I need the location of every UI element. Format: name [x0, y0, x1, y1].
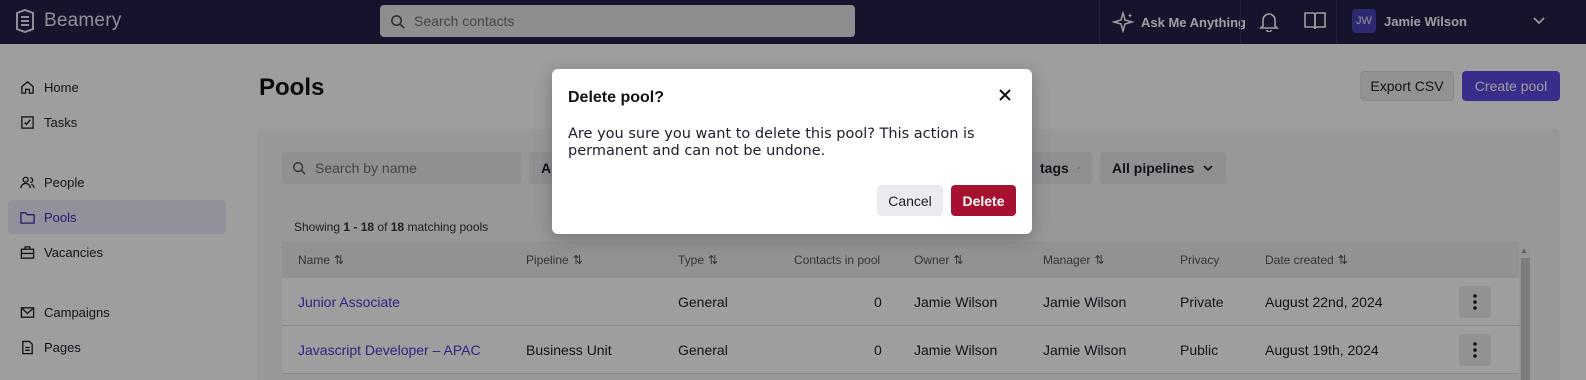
close-icon: [999, 89, 1011, 101]
close-button[interactable]: [994, 84, 1016, 106]
cancel-button[interactable]: Cancel: [877, 185, 943, 216]
dialog-title: Delete pool?: [568, 89, 665, 106]
dialog-message: Are you sure you want to delete this poo…: [568, 126, 975, 159]
delete-pool-dialog: Delete pool? Are you sure you want to de…: [552, 69, 1032, 234]
delete-button[interactable]: Delete: [951, 185, 1016, 216]
